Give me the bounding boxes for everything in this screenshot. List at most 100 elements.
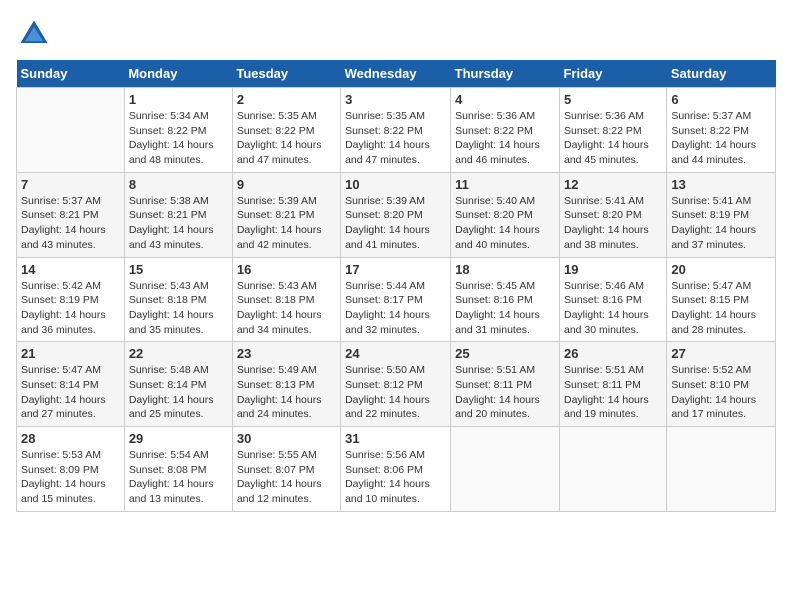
day-number: 16: [237, 262, 336, 277]
day-info: Sunrise: 5:55 AMSunset: 8:07 PMDaylight:…: [237, 448, 336, 507]
day-number: 10: [345, 177, 446, 192]
header-cell-monday: Monday: [124, 60, 232, 88]
day-cell: 1Sunrise: 5:34 AMSunset: 8:22 PMDaylight…: [124, 88, 232, 173]
day-info: Sunrise: 5:47 AMSunset: 8:15 PMDaylight:…: [671, 279, 771, 338]
day-number: 18: [455, 262, 555, 277]
day-cell: 7 Sunrise: 5:37 AMSunset: 8:21 PMDaylight…: [17, 172, 125, 257]
day-cell: 28 Sunrise: 5:53 AMSunset: 8:09 PMDayligh…: [17, 427, 125, 512]
day-number: 11: [455, 177, 555, 192]
day-info: Sunrise: 5:41 AMSunset: 8:19 PMDaylight:…: [671, 194, 771, 253]
day-number: 15: [129, 262, 228, 277]
day-cell: 4 Sunrise: 5:36 AMSunset: 8:22 PMDaylight…: [451, 88, 560, 173]
day-cell: 3 Sunrise: 5:35 AMSunset: 8:22 PMDaylight…: [341, 88, 451, 173]
day-number: 4: [455, 92, 555, 107]
day-cell: [667, 427, 776, 512]
day-cell: 15 Sunrise: 5:43 AMSunset: 8:18 PMDayligh…: [124, 257, 232, 342]
calendar-header: SundayMondayTuesdayWednesdayThursdayFrid…: [17, 60, 776, 88]
day-info: Sunrise: 5:44 AMSunset: 8:17 PMDaylight:…: [345, 279, 446, 338]
day-number: 30: [237, 431, 336, 446]
day-info: Sunrise: 5:46 AMSunset: 8:16 PMDaylight:…: [564, 279, 662, 338]
day-info: Sunrise: 5:40 AMSunset: 8:20 PMDaylight:…: [455, 194, 555, 253]
day-cell: 10 Sunrise: 5:39 AMSunset: 8:20 PMDayligh…: [341, 172, 451, 257]
day-info: Sunrise: 5:43 AMSunset: 8:18 PMDaylight:…: [129, 279, 228, 338]
day-number: 31: [345, 431, 446, 446]
day-cell: 5Sunrise: 5:36 AMSunset: 8:22 PMDaylight…: [559, 88, 666, 173]
day-info: Sunrise: 5:43 AMSunset: 8:18 PMDaylight:…: [237, 279, 336, 338]
day-info: Sunrise: 5:37 AMSunset: 8:22 PMDaylight:…: [671, 109, 771, 168]
day-info: Sunrise: 5:51 AMSunset: 8:11 PMDaylight:…: [564, 363, 662, 422]
logo-icon: [16, 16, 52, 52]
header-cell-sunday: Sunday: [17, 60, 125, 88]
day-number: 20: [671, 262, 771, 277]
week-row-2: 14 Sunrise: 5:42 AMSunset: 8:19 PMDayligh…: [17, 257, 776, 342]
day-number: 2: [237, 92, 336, 107]
header-cell-saturday: Saturday: [667, 60, 776, 88]
day-cell: 20 Sunrise: 5:47 AMSunset: 8:15 PMDayligh…: [667, 257, 776, 342]
day-cell: 30 Sunrise: 5:55 AMSunset: 8:07 PMDayligh…: [232, 427, 340, 512]
header-row: SundayMondayTuesdayWednesdayThursdayFrid…: [17, 60, 776, 88]
day-number: 9: [237, 177, 336, 192]
calendar-table: SundayMondayTuesdayWednesdayThursdayFrid…: [16, 60, 776, 512]
day-info: Sunrise: 5:42 AMSunset: 8:19 PMDaylight:…: [21, 279, 120, 338]
day-info: Sunrise: 5:34 AMSunset: 8:22 PMDaylight:…: [129, 109, 228, 168]
day-info: Sunrise: 5:53 AMSunset: 8:09 PMDaylight:…: [21, 448, 120, 507]
day-info: Sunrise: 5:52 AMSunset: 8:10 PMDaylight:…: [671, 363, 771, 422]
day-cell: 16 Sunrise: 5:43 AMSunset: 8:18 PMDayligh…: [232, 257, 340, 342]
day-cell: 26 Sunrise: 5:51 AMSunset: 8:11 PMDayligh…: [559, 342, 666, 427]
week-row-4: 28 Sunrise: 5:53 AMSunset: 8:09 PMDayligh…: [17, 427, 776, 512]
day-number: 14: [21, 262, 120, 277]
day-cell: [17, 88, 125, 173]
header-cell-wednesday: Wednesday: [341, 60, 451, 88]
day-info: Sunrise: 5:37 AMSunset: 8:21 PMDaylight:…: [21, 194, 120, 253]
day-cell: 11 Sunrise: 5:40 AMSunset: 8:20 PMDayligh…: [451, 172, 560, 257]
day-info: Sunrise: 5:54 AMSunset: 8:08 PMDaylight:…: [129, 448, 228, 507]
day-number: 8: [129, 177, 228, 192]
day-cell: 13Sunrise: 5:41 AMSunset: 8:19 PMDayligh…: [667, 172, 776, 257]
week-row-3: 21Sunrise: 5:47 AMSunset: 8:14 PMDayligh…: [17, 342, 776, 427]
day-info: Sunrise: 5:39 AMSunset: 8:21 PMDaylight:…: [237, 194, 336, 253]
day-cell: 29 Sunrise: 5:54 AMSunset: 8:08 PMDayligh…: [124, 427, 232, 512]
day-info: Sunrise: 5:49 AMSunset: 8:13 PMDaylight:…: [237, 363, 336, 422]
day-number: 7: [21, 177, 120, 192]
day-number: 28: [21, 431, 120, 446]
day-number: 12: [564, 177, 662, 192]
day-cell: 6 Sunrise: 5:37 AMSunset: 8:22 PMDaylight…: [667, 88, 776, 173]
day-number: 24: [345, 346, 446, 361]
day-cell: 2Sunrise: 5:35 AMSunset: 8:22 PMDaylight…: [232, 88, 340, 173]
week-row-1: 7 Sunrise: 5:37 AMSunset: 8:21 PMDaylight…: [17, 172, 776, 257]
day-number: 6: [671, 92, 771, 107]
header-cell-tuesday: Tuesday: [232, 60, 340, 88]
week-row-0: 1Sunrise: 5:34 AMSunset: 8:22 PMDaylight…: [17, 88, 776, 173]
day-cell: 25Sunrise: 5:51 AMSunset: 8:11 PMDayligh…: [451, 342, 560, 427]
page-header: [16, 16, 776, 52]
day-number: 29: [129, 431, 228, 446]
day-cell: 9 Sunrise: 5:39 AMSunset: 8:21 PMDaylight…: [232, 172, 340, 257]
day-cell: [559, 427, 666, 512]
calendar-body: 1Sunrise: 5:34 AMSunset: 8:22 PMDaylight…: [17, 88, 776, 512]
day-number: 3: [345, 92, 446, 107]
day-info: Sunrise: 5:41 AMSunset: 8:20 PMDaylight:…: [564, 194, 662, 253]
day-number: 23: [237, 346, 336, 361]
day-cell: 19 Sunrise: 5:46 AMSunset: 8:16 PMDayligh…: [559, 257, 666, 342]
header-cell-thursday: Thursday: [451, 60, 560, 88]
day-cell: 8 Sunrise: 5:38 AMSunset: 8:21 PMDaylight…: [124, 172, 232, 257]
day-info: Sunrise: 5:39 AMSunset: 8:20 PMDaylight:…: [345, 194, 446, 253]
day-info: Sunrise: 5:38 AMSunset: 8:21 PMDaylight:…: [129, 194, 228, 253]
day-number: 17: [345, 262, 446, 277]
day-cell: 17 Sunrise: 5:44 AMSunset: 8:17 PMDayligh…: [341, 257, 451, 342]
day-cell: 22Sunrise: 5:48 AMSunset: 8:14 PMDayligh…: [124, 342, 232, 427]
day-number: 22: [129, 346, 228, 361]
day-cell: 14 Sunrise: 5:42 AMSunset: 8:19 PMDayligh…: [17, 257, 125, 342]
day-cell: 24Sunrise: 5:50 AMSunset: 8:12 PMDayligh…: [341, 342, 451, 427]
day-info: Sunrise: 5:35 AMSunset: 8:22 PMDaylight:…: [345, 109, 446, 168]
day-info: Sunrise: 5:36 AMSunset: 8:22 PMDaylight:…: [455, 109, 555, 168]
day-number: 21: [21, 346, 120, 361]
day-number: 19: [564, 262, 662, 277]
logo: [16, 16, 56, 52]
day-cell: [451, 427, 560, 512]
day-cell: 31Sunrise: 5:56 AMSunset: 8:06 PMDayligh…: [341, 427, 451, 512]
day-info: Sunrise: 5:45 AMSunset: 8:16 PMDaylight:…: [455, 279, 555, 338]
day-cell: 23 Sunrise: 5:49 AMSunset: 8:13 PMDayligh…: [232, 342, 340, 427]
header-cell-friday: Friday: [559, 60, 666, 88]
day-number: 26: [564, 346, 662, 361]
